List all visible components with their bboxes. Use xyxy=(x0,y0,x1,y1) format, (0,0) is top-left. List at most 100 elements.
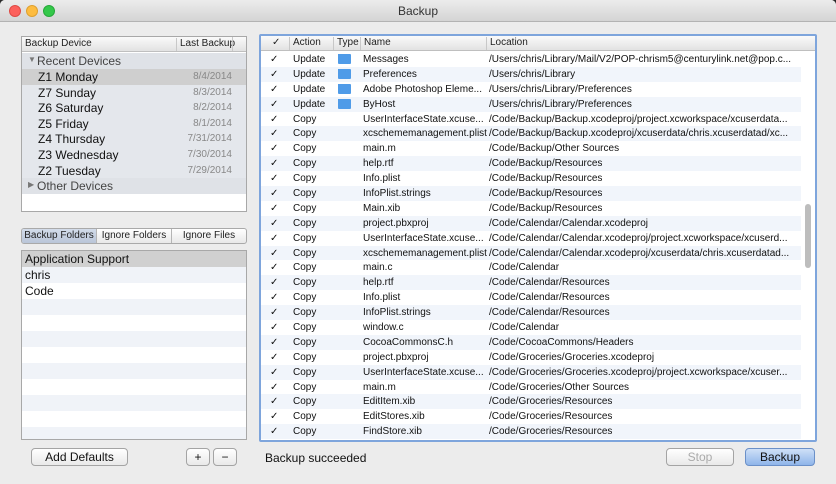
include-checkbox[interactable]: ✓ xyxy=(270,99,286,110)
file-name: UserInterfaceState.xcuse... xyxy=(363,113,484,125)
include-checkbox[interactable]: ✓ xyxy=(270,292,286,303)
group-other-devices[interactable]: ▶ Other Devices xyxy=(22,178,246,195)
window-title: Backup xyxy=(397,4,439,18)
file-row[interactable]: ✓ Copy help.rtf/Code/Calendar/Resources xyxy=(261,275,801,291)
column-header-location[interactable]: Location xyxy=(486,37,806,50)
file-location: /Users/chris/Library/Mail/V2/POP-chrism5… xyxy=(489,54,792,65)
file-name: Main.xib xyxy=(363,202,401,214)
file-row[interactable]: ✓ Update Messages/Users/chris/Library/Mail… xyxy=(261,52,801,67)
file-row[interactable]: ✓ Copy EditItem.xib/Code/Groceries/Resourc… xyxy=(261,394,801,410)
file-row[interactable]: ✓ Copy window.c/Code/Calendar xyxy=(261,320,801,335)
device-row[interactable]: Z1 Monday 8/4/2014 xyxy=(22,69,246,85)
file-row[interactable]: ✓ Update ByHost/Users/chris/Library/Prefer… xyxy=(261,96,801,112)
device-row[interactable]: Z7 Sunday 8/3/2014 xyxy=(22,85,246,101)
file-row[interactable]: ✓ Copy help.rtf/Code/Backup/Resources xyxy=(261,156,801,172)
file-name: xcschememanagement.plist xyxy=(363,247,487,259)
folder-list-item[interactable]: Application Support xyxy=(22,251,246,267)
include-checkbox[interactable]: ✓ xyxy=(270,233,286,244)
include-checkbox[interactable]: ✓ xyxy=(270,352,286,363)
column-header-action[interactable]: Action xyxy=(289,37,333,50)
include-checkbox[interactable]: ✓ xyxy=(270,218,286,229)
device-row[interactable]: Z4 Thursday 7/31/2014 xyxy=(22,131,246,147)
file-row[interactable]: ✓ Copy Main.xib/Code/Backup/Resources xyxy=(261,201,801,216)
device-row[interactable]: Z2 Tuesday 7/29/2014 xyxy=(22,163,246,179)
file-name: Adobe Photoshop Eleme... xyxy=(363,83,482,95)
column-header-type[interactable]: Type xyxy=(333,37,361,50)
file-row[interactable]: ✓ Copy FindStore.xib/Code/Groceries/Resour… xyxy=(261,424,801,440)
backup-device-table[interactable]: Backup Device Last Backup ▼ Recent Devic… xyxy=(21,36,247,212)
file-row[interactable]: ✓ Copy CocoaCommonsC.h/Code/CocoaCommons/H… xyxy=(261,334,801,350)
folder-list-item[interactable]: Code xyxy=(22,283,246,299)
file-row[interactable]: ✓ Copy UserInterfaceState.xcuse... /Code/Ca… xyxy=(261,231,801,246)
include-checkbox[interactable]: ✓ xyxy=(270,114,286,125)
include-checkbox[interactable]: ✓ xyxy=(270,322,286,333)
include-checkbox[interactable]: ✓ xyxy=(270,307,286,318)
tab-backup-folders[interactable]: Backup Folders xyxy=(22,229,97,243)
include-checkbox[interactable]: ✓ xyxy=(270,426,286,437)
column-header-check[interactable]: ✓ xyxy=(269,37,291,50)
file-row[interactable]: ✓ Copy InfoPlist.strings/Code/Calendar/Res… xyxy=(261,305,801,321)
include-checkbox[interactable]: ✓ xyxy=(270,173,286,184)
file-action: Update xyxy=(293,68,326,80)
include-checkbox[interactable]: ✓ xyxy=(270,54,286,65)
include-checkbox[interactable]: ✓ xyxy=(270,382,286,393)
remove-folder-button[interactable]: − xyxy=(213,448,237,466)
include-checkbox[interactable]: ✓ xyxy=(270,367,286,378)
file-row[interactable]: ✓ Copy Info.plist/Code/Calendar/Resources xyxy=(261,290,801,305)
backup-button[interactable]: Backup xyxy=(745,448,815,466)
vertical-scrollbar[interactable] xyxy=(804,52,812,438)
file-row[interactable]: ✓ Copy main.c/Code/Calendar xyxy=(261,260,801,275)
include-checkbox[interactable]: ✓ xyxy=(270,396,286,407)
include-checkbox[interactable]: ✓ xyxy=(270,248,286,259)
add-defaults-button[interactable]: Add Defaults xyxy=(31,448,128,466)
file-name: ByHost xyxy=(363,98,396,110)
include-checkbox[interactable]: ✓ xyxy=(270,84,286,95)
column-header-name[interactable]: Name xyxy=(360,37,486,50)
disclosure-closed-icon[interactable]: ▶ xyxy=(28,180,34,189)
file-row[interactable]: ✓ Update Preferences/Users/chris/Library xyxy=(261,66,801,82)
add-folder-button[interactable]: + xyxy=(186,448,210,466)
include-checkbox[interactable]: ✓ xyxy=(270,337,286,348)
file-row[interactable]: ✓ Copy Info.plist/Code/Backup/Resources xyxy=(261,171,801,186)
file-action: Copy xyxy=(293,232,317,244)
disclosure-open-icon[interactable]: ▼ xyxy=(28,55,36,64)
stop-button[interactable]: Stop xyxy=(666,448,734,466)
group-recent-devices[interactable]: ▼ Recent Devices xyxy=(22,53,246,69)
backup-folder-list[interactable]: Application Support chris Code xyxy=(21,250,247,440)
include-checkbox[interactable]: ✓ xyxy=(270,411,286,422)
scroll-thumb[interactable] xyxy=(805,204,811,268)
device-row[interactable]: Z5 Friday 8/1/2014 xyxy=(22,116,246,132)
empty-list-row xyxy=(22,299,246,315)
file-row[interactable]: ✓ Update Adobe Photoshop Eleme... /Users/ch… xyxy=(261,82,801,97)
file-row[interactable]: ✓ Copy InfoPlist.strings/Code/Backup/Resou… xyxy=(261,186,801,201)
file-location: /Code/Backup/Resources xyxy=(489,158,603,170)
file-row[interactable]: ✓ Copy UserInterfaceState.xcuse... /Code/Gr… xyxy=(261,364,801,380)
file-row[interactable]: ✓ Copy xcschememanagement.plist/Code/Calen… xyxy=(261,245,801,261)
include-checkbox[interactable]: ✓ xyxy=(270,158,286,169)
file-row[interactable]: ✓ Copy project.pbxproj/Code/Groceries/Groc… xyxy=(261,350,801,365)
file-action: Update xyxy=(293,98,326,110)
column-header-last-backup[interactable]: Last Backup xyxy=(176,38,235,51)
device-row[interactable]: Z3 Wednesday 7/30/2014 xyxy=(22,147,246,163)
folder-list-item[interactable]: chris xyxy=(22,267,246,283)
include-checkbox[interactable]: ✓ xyxy=(270,143,286,154)
file-row[interactable]: ✓ Copy EditStores.xib/Code/Groceries/Resou… xyxy=(261,409,801,424)
file-row[interactable]: ✓ Copy project.pbxproj/Code/Calendar/Calen… xyxy=(261,215,801,231)
column-header-backup-device[interactable]: Backup Device xyxy=(25,38,92,49)
include-checkbox[interactable]: ✓ xyxy=(270,277,286,288)
file-table[interactable]: ✓ Action Type Name Location ✓ Update Messa… xyxy=(259,34,817,442)
file-row[interactable]: ✓ Copy main.m/Code/Groceries/Other Sources xyxy=(261,380,801,395)
include-checkbox[interactable]: ✓ xyxy=(270,69,286,80)
tab-ignore-files[interactable]: Ignore Files xyxy=(172,229,246,243)
file-row[interactable]: ✓ Copy main.m/Code/Backup/Other Sources xyxy=(261,141,801,156)
device-row[interactable]: Z6 Saturday 8/2/2014 xyxy=(22,100,246,116)
title-bar[interactable]: Backup xyxy=(0,0,836,22)
file-row[interactable]: ✓ Copy UserInterfaceState.xcuse... /Code/Ba… xyxy=(261,112,801,127)
file-row[interactable]: ✓ Copy xcschememanagement.plist/Code/Backu… xyxy=(261,126,801,142)
include-checkbox[interactable]: ✓ xyxy=(270,203,286,214)
include-checkbox[interactable]: ✓ xyxy=(270,128,286,139)
tab-ignore-folders[interactable]: Ignore Folders xyxy=(97,229,172,243)
include-checkbox[interactable]: ✓ xyxy=(270,262,286,273)
include-checkbox[interactable]: ✓ xyxy=(270,188,286,199)
file-name: UserInterfaceState.xcuse... xyxy=(363,366,484,378)
